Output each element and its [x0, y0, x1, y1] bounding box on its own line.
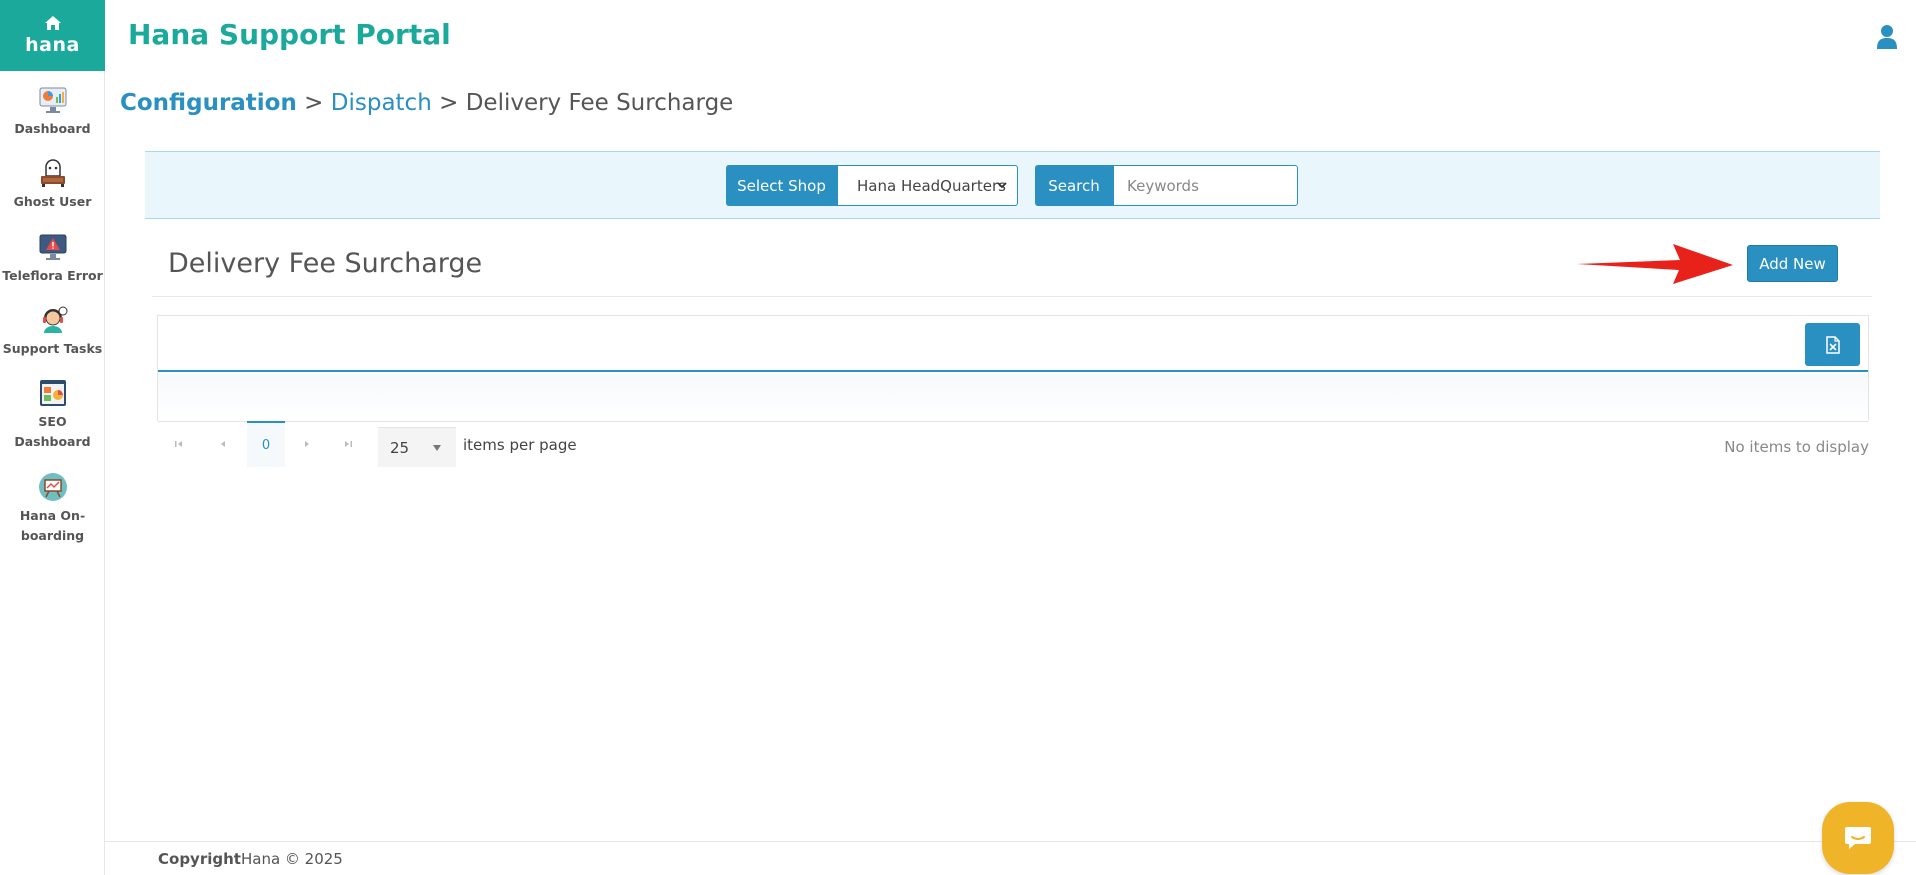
- sidebar-item-dashboard[interactable]: Dashboard: [0, 85, 105, 139]
- portal-title: Hana Support Portal: [128, 18, 451, 51]
- pager-prev-button[interactable]: [203, 421, 243, 467]
- search-input[interactable]: [1113, 165, 1298, 206]
- sidebar-item-label: SEO Dashboard: [14, 414, 91, 449]
- pager-current-page[interactable]: 0: [247, 421, 285, 467]
- app-root: hana Dashboard Ghost User Teleflora Erro…: [0, 0, 1916, 875]
- sidebar-item-label: Support Tasks: [2, 341, 103, 356]
- breadcrumb-configuration[interactable]: Configuration: [120, 90, 297, 116]
- grid-toolbar: [158, 316, 1868, 372]
- grid-body: [158, 374, 1868, 422]
- footer: CopyrightHana © 2025: [158, 850, 343, 868]
- pager: 0 25 items per page No items to display: [157, 421, 1869, 467]
- sidebar-item-label: Hana On-boarding: [19, 508, 86, 543]
- prev-page-icon: [221, 441, 225, 447]
- warning-monitor-icon: [39, 234, 66, 260]
- breadcrumb: Configuration > Dispatch > Delivery Fee …: [120, 90, 733, 116]
- seo-icon: [39, 380, 66, 406]
- sidebar-item-seo-dashboard[interactable]: SEO Dashboard: [0, 378, 105, 452]
- brand-home-link[interactable]: hana: [0, 0, 105, 71]
- export-excel-button[interactable]: [1805, 323, 1860, 366]
- brand-word: hana: [25, 34, 80, 56]
- copyright-text: Hana © 2025: [240, 850, 343, 868]
- sidebar-item-label: Ghost User: [13, 194, 92, 209]
- items-per-page-label: items per page: [463, 436, 577, 454]
- breadcrumb-separator: >: [431, 90, 466, 116]
- sidebar-item-label: Teleflora Error: [2, 268, 103, 283]
- page-size-value: 25: [390, 438, 410, 457]
- next-page-icon: [305, 441, 309, 447]
- sidebar: hana Dashboard Ghost User Teleflora Erro…: [0, 0, 105, 875]
- home-icon: [44, 16, 61, 30]
- sidebar-item-teleflora-error[interactable]: Teleflora Error: [0, 232, 105, 286]
- dashboard-icon: [39, 87, 66, 113]
- chat-widget-button[interactable]: [1822, 802, 1894, 874]
- add-new-button[interactable]: Add New: [1747, 245, 1838, 282]
- sidebar-item-hana-onboarding[interactable]: Hana On-boarding: [0, 472, 105, 546]
- pager-first-button[interactable]: [159, 421, 199, 467]
- data-grid: [157, 315, 1869, 422]
- chevron-down-icon: [997, 182, 1007, 189]
- section-divider: [152, 296, 1872, 297]
- search-label: Search: [1035, 165, 1113, 206]
- first-page-icon: [175, 441, 182, 447]
- excel-file-icon: [1825, 335, 1840, 354]
- sidebar-item-ghost-user[interactable]: Ghost User: [0, 158, 105, 212]
- pager-info: No items to display: [1724, 438, 1869, 456]
- caret-down-icon: [433, 445, 441, 451]
- shop-select[interactable]: Hana HeadQuarters: [837, 165, 1018, 206]
- select-shop-label: Select Shop: [726, 165, 837, 206]
- section-title: Delivery Fee Surcharge: [168, 248, 483, 279]
- shop-select-value: Hana HeadQuarters: [857, 176, 1006, 195]
- support-agent-icon: [42, 306, 67, 333]
- breadcrumb-current: Delivery Fee Surcharge: [465, 90, 734, 116]
- user-icon[interactable]: [1876, 24, 1898, 50]
- sidebar-item-label: Dashboard: [14, 121, 91, 136]
- breadcrumb-separator: >: [296, 90, 331, 116]
- red-arrow-annotation: [1577, 244, 1733, 284]
- chat-bubble-icon: [1845, 827, 1871, 849]
- footer-divider: [105, 841, 1916, 842]
- pager-last-button[interactable]: [328, 421, 368, 467]
- sidebar-item-support-tasks[interactable]: Support Tasks: [0, 305, 105, 359]
- ghost-user-icon: [40, 159, 65, 187]
- copyright-label: Copyright: [158, 850, 241, 868]
- pager-next-button[interactable]: [287, 421, 327, 467]
- onboarding-board-icon: [38, 473, 67, 501]
- page-size-select[interactable]: 25: [378, 427, 456, 467]
- last-page-icon: [345, 441, 352, 447]
- breadcrumb-dispatch[interactable]: Dispatch: [331, 90, 432, 116]
